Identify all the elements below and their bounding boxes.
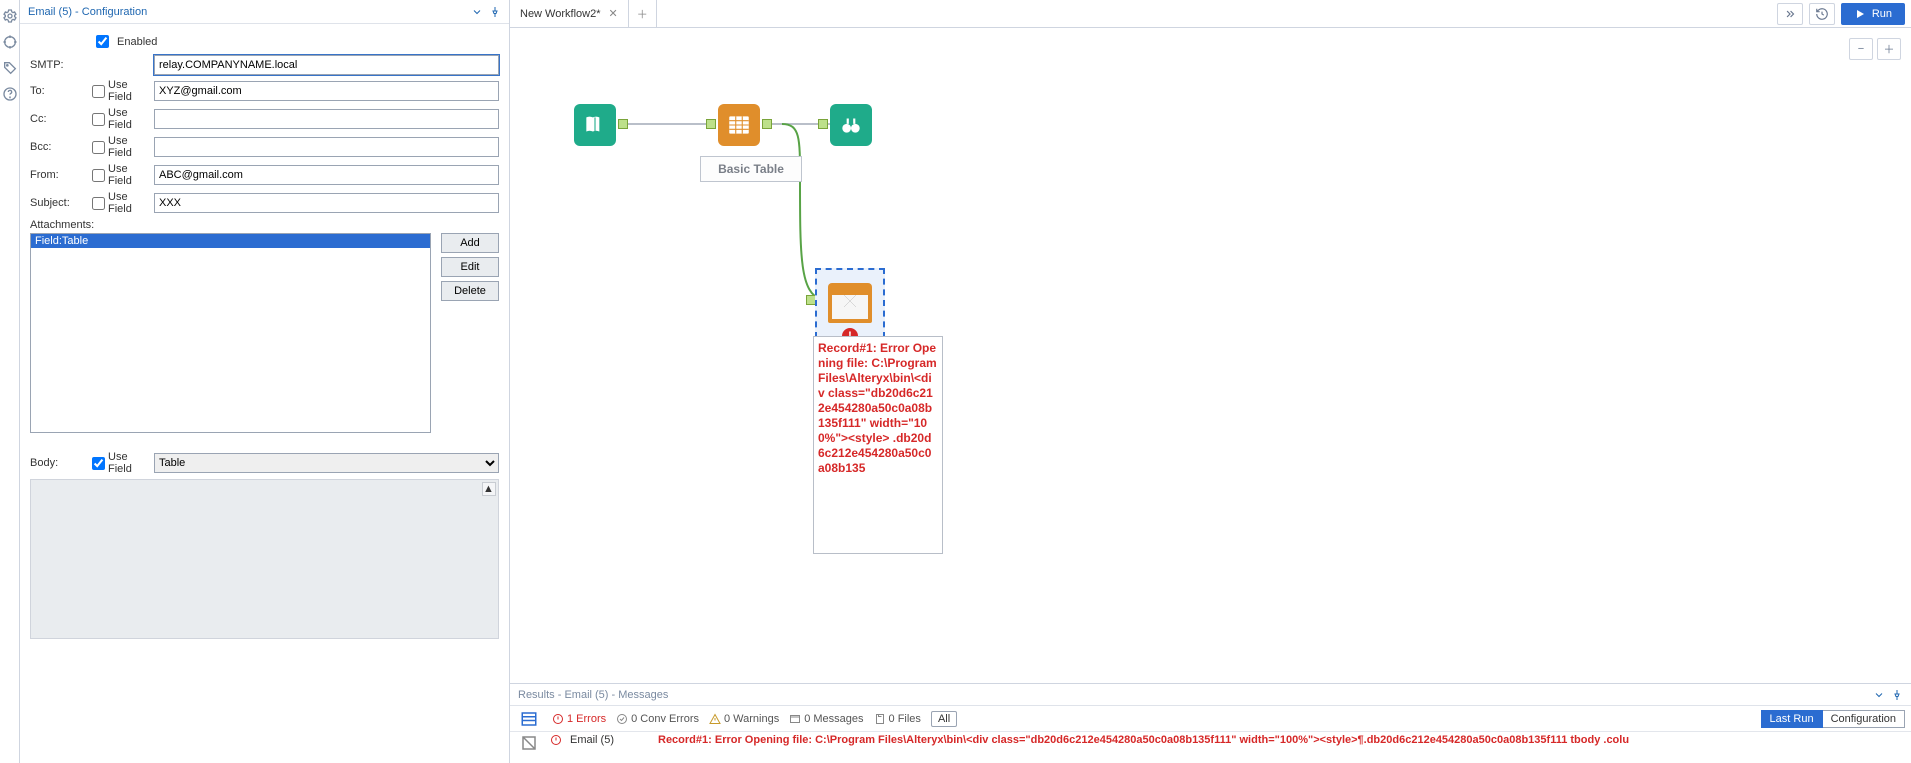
body-label: Body: [30,457,92,469]
warnings-filter[interactable]: 0 Warnings [709,713,779,725]
cc-usefield[interactable]: Use Field [92,107,154,131]
tag-icon[interactable] [2,60,18,76]
from-input[interactable] [154,165,499,185]
error-icon [550,734,562,746]
gear-icon[interactable] [2,8,18,24]
config-header: Email (5) - Configuration [20,0,509,24]
cc-input[interactable] [154,109,499,129]
edit-button[interactable]: Edit [441,257,499,277]
input-port[interactable] [818,119,828,129]
tool-label: Basic Table [700,156,802,182]
more-icon[interactable] [1777,3,1803,25]
subject-input[interactable] [154,193,499,213]
body-editor[interactable]: ▲ [30,479,499,639]
tab-label: New Workflow2* [520,8,601,20]
from-usefield[interactable]: Use Field [92,163,154,187]
zoom-in-button[interactable]: ＋ [1877,38,1901,60]
output-port[interactable] [618,119,628,129]
attachment-item[interactable]: Field:Table [31,234,430,248]
errors-filter[interactable]: 1 Errors [552,713,606,725]
input-tool[interactable] [574,104,616,146]
close-icon[interactable]: ✕ [609,7,618,20]
smtp-label: SMTP: [30,59,92,71]
run-button[interactable]: Run [1841,3,1905,25]
all-filter[interactable]: All [931,711,957,727]
collapse-icon[interactable] [1873,689,1885,701]
scroll-up-icon[interactable]: ▲ [482,482,496,496]
subject-usefield[interactable]: Use Field [92,191,154,215]
collapse-icon[interactable] [471,6,483,18]
messages-view-icon[interactable] [516,710,542,728]
message-source: Email (5) [570,734,650,746]
help-icon[interactable] [2,86,18,102]
add-tab-button[interactable]: ＋ [629,0,657,27]
output-view-icon[interactable] [516,734,542,752]
results-panel: Results - Email (5) - Messages 1 Errors … [510,683,1911,763]
delete-button[interactable]: Delete [441,281,499,301]
attachments-list[interactable]: Field:Table [30,233,431,433]
last-run-tab[interactable]: Last Run [1761,710,1823,728]
cc-label: Cc: [30,113,92,125]
pin-icon[interactable] [1891,689,1903,701]
smtp-input[interactable] [154,55,499,75]
add-button[interactable]: Add [441,233,499,253]
enabled-checkbox[interactable]: Enabled [92,32,157,51]
history-icon[interactable] [1809,3,1835,25]
configuration-tab[interactable]: Configuration [1823,710,1905,728]
bcc-usefield[interactable]: Use Field [92,135,154,159]
body-usefield[interactable]: Use Field [92,451,154,475]
output-port[interactable] [762,119,772,129]
conv-errors-filter[interactable]: 0 Conv Errors [616,713,699,725]
config-title: Email (5) - Configuration [28,6,147,18]
browse-tool[interactable] [830,104,872,146]
basic-table-tool[interactable] [718,104,760,146]
target-icon[interactable] [2,34,18,50]
results-title: Results - Email (5) - Messages [518,689,668,701]
email-tool[interactable]: ! [815,268,885,338]
attachments-label: Attachments: [30,219,499,231]
workflow-tab[interactable]: New Workflow2* ✕ [510,0,629,27]
results-row[interactable]: Email (5) Record#1: Error Opening file: … [510,732,1911,763]
workflow-tabbar: New Workflow2* ✕ ＋ Run [510,0,1911,28]
from-label: From: [30,169,92,181]
workflow-canvas[interactable]: − ＋ Basic Table [510,28,1911,683]
configuration-panel: Email (5) - Configuration Enabled SMTP: [20,0,510,763]
body-field-select[interactable]: Table [154,453,499,473]
subject-label: Subject: [30,197,92,209]
input-port[interactable] [706,119,716,129]
message-text: Record#1: Error Opening file: C:\Program… [658,734,1905,746]
email-icon [828,283,872,323]
messages-filter[interactable]: 0 Messages [789,713,863,725]
to-label: To: [30,85,92,97]
to-usefield[interactable]: Use Field [92,79,154,103]
bcc-input[interactable] [154,137,499,157]
left-tool-rail [0,0,20,763]
zoom-out-button[interactable]: − [1849,38,1873,60]
pin-icon[interactable] [489,6,501,18]
files-filter[interactable]: 0 Files [874,713,921,725]
bcc-label: Bcc: [30,141,92,153]
error-annotation: Record#1: Error Opening file: C:\Program… [813,336,943,554]
to-input[interactable] [154,81,499,101]
